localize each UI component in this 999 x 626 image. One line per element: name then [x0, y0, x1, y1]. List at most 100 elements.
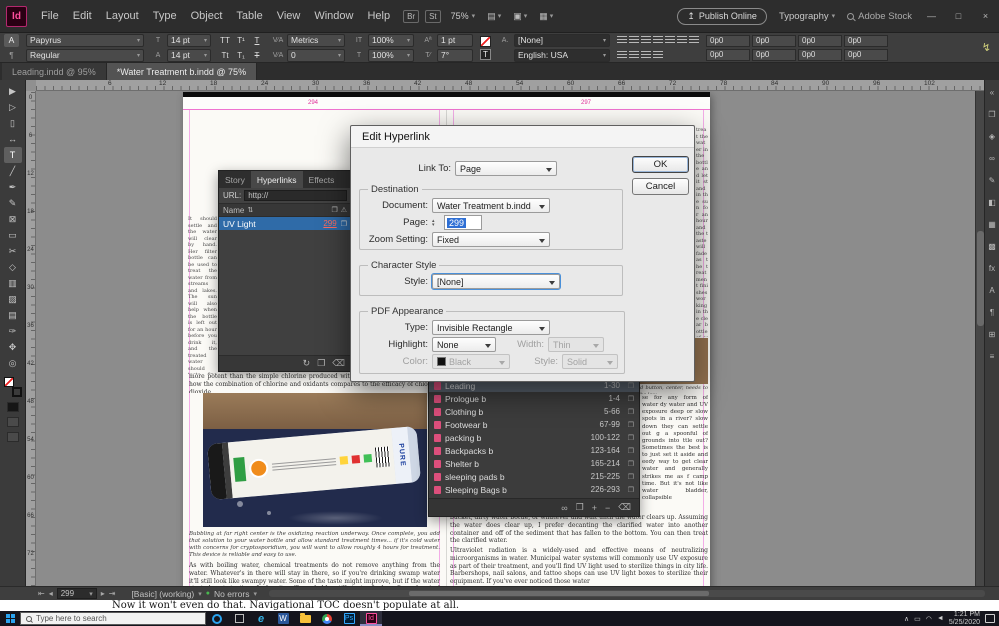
apply-color-button[interactable]	[6, 402, 19, 412]
horizontal-scrollbar[interactable]	[268, 590, 985, 597]
gradient-swatch-tool[interactable]: ▥	[4, 275, 22, 291]
remove-icon[interactable]: −	[605, 503, 610, 513]
page-stepper[interactable]: ▴ ▾	[432, 218, 440, 227]
taskbar-app-indesign[interactable]: Id	[360, 611, 382, 626]
collapse-panels-icon[interactable]: «	[986, 88, 998, 97]
restore-button[interactable]: □	[951, 11, 966, 21]
character-styles-icon[interactable]: A	[986, 286, 998, 295]
panel-tab[interactable]: Hyperlinks	[250, 171, 303, 188]
rectangle-frame-tool[interactable]: ⊠	[4, 211, 22, 227]
taskbar-app-edge[interactable]: e	[250, 611, 272, 626]
swatches-icon[interactable]: ▦	[986, 220, 998, 229]
align-center-button[interactable]	[629, 35, 639, 45]
page-number-input[interactable]: 299	[444, 215, 482, 230]
underline-button[interactable]: T	[250, 36, 264, 45]
panel-tab[interactable]: Story	[219, 171, 251, 188]
direct-selection-tool[interactable]: ▷	[4, 99, 22, 115]
bookmark-row[interactable]: sleeping pads b 215-225 ❐	[429, 470, 639, 483]
subscript-button[interactable]: T₁	[234, 51, 248, 60]
ok-button[interactable]: OK	[632, 156, 689, 173]
eyedropper-tool[interactable]: ✑	[4, 323, 22, 339]
indent-field[interactable]: 0p0	[752, 48, 796, 61]
zoom-level-select[interactable]: 75% ▾	[451, 11, 476, 21]
stroke-icon[interactable]: ✎	[986, 176, 998, 185]
url-input[interactable]: http://	[244, 190, 347, 201]
tracking-select[interactable]: 0 ▾	[287, 48, 345, 62]
indent-field[interactable]: 0p0	[844, 48, 888, 61]
align-icon[interactable]: ⊞	[986, 330, 998, 339]
preflight-status[interactable]: No errors	[214, 589, 249, 599]
paragraph-styles-icon[interactable]: ¶	[986, 308, 998, 317]
layers-icon[interactable]: ◈	[986, 132, 998, 141]
balance-lines-button[interactable]	[641, 50, 651, 60]
small-caps-button[interactable]: Tt	[218, 51, 232, 60]
character-formatting-button[interactable]: A	[4, 33, 19, 47]
adobe-stock-search[interactable]: Adobe Stock	[847, 11, 912, 22]
volume-icon[interactable]: ◄	[937, 615, 944, 622]
document-tab[interactable]: Leading.indd @ 95%	[2, 63, 107, 80]
justify-left-button[interactable]	[653, 35, 663, 45]
character-color-swatch[interactable]	[480, 35, 491, 47]
align-towards-spine-button[interactable]	[617, 50, 627, 60]
gradient-icon[interactable]: ▩	[986, 242, 998, 251]
font-family-select[interactable]: Papyrus ▾	[26, 33, 144, 47]
delete-icon[interactable]: ⌫	[618, 502, 631, 513]
next-page-button[interactable]: ▸	[101, 589, 105, 598]
indent-field[interactable]: 0p0	[706, 34, 750, 47]
screen-mode-button[interactable]: ▣ ▾	[513, 11, 527, 22]
type-tool[interactable]: T	[3, 147, 22, 163]
pages-icon[interactable]: ❐	[986, 110, 998, 119]
view-options-button[interactable]: ▤ ▾	[487, 11, 501, 22]
zoom-tool[interactable]: ◎	[4, 355, 22, 371]
font-style-select[interactable]: Regular ▾	[26, 48, 144, 62]
paragraph-formatting-button[interactable]: ¶	[4, 49, 19, 62]
tray-expand-icon[interactable]: ∧	[904, 615, 909, 623]
scissors-tool[interactable]: ✂	[4, 243, 22, 259]
ignore-optical-margin-button[interactable]	[653, 50, 663, 60]
menu-item[interactable]: Help	[360, 10, 397, 22]
link-to-select[interactable]: Page	[455, 161, 557, 176]
line-tool[interactable]: ╱	[4, 163, 22, 179]
align-away-spine-button[interactable]	[629, 50, 639, 60]
vertical-scrollbar-thumb[interactable]	[977, 231, 984, 326]
taskbar-app-photoshop[interactable]: Ps	[338, 611, 360, 626]
taskbar-clock[interactable]: 1:21 PM 5/25/2020	[949, 611, 980, 626]
taskbar-app-explorer[interactable]	[294, 611, 316, 626]
all-caps-button[interactable]: TT	[218, 36, 232, 45]
hand-tool[interactable]: ✥	[4, 339, 22, 355]
action-center-icon[interactable]	[985, 614, 995, 623]
apply-gradient-button[interactable]	[6, 417, 19, 427]
add-icon[interactable]: +	[592, 503, 597, 513]
language-select[interactable]: English: USA ▾	[514, 48, 610, 62]
rectangle-tool[interactable]: ▭	[4, 227, 22, 243]
menu-item[interactable]: Type	[146, 10, 184, 22]
cortana-button[interactable]	[206, 611, 228, 626]
bookmark-row[interactable]: Prologue b 1-4 ❐	[429, 392, 639, 405]
horizontal-scale-field[interactable]: 100% ▾	[368, 48, 414, 62]
panel-tab[interactable]: Effects	[303, 171, 341, 188]
kerning-select[interactable]: Metrics ▾	[287, 33, 345, 47]
pen-tool[interactable]: ✒	[4, 179, 22, 195]
color-icon[interactable]: ◧	[986, 198, 998, 207]
chain-icon[interactable]: ∞	[561, 503, 567, 513]
taskbar-search-input[interactable]: Type here to search	[20, 612, 206, 625]
fill-stroke-swatches[interactable]	[3, 377, 22, 397]
close-button[interactable]: ×	[978, 11, 993, 21]
zoom-setting-select[interactable]: Fixed	[432, 232, 550, 247]
justify-right-button[interactable]	[677, 35, 687, 45]
start-button[interactable]	[0, 611, 20, 626]
text-wrap-icon[interactable]: ≡	[986, 352, 998, 361]
menu-item[interactable]: Window	[307, 10, 360, 22]
menu-item[interactable]: View	[270, 10, 308, 22]
indent-field[interactable]: 0p0	[844, 34, 888, 47]
baseline-shift-field[interactable]: 1 pt	[437, 33, 473, 47]
arrange-documents-button[interactable]: ▦ ▾	[539, 11, 553, 22]
sort-icon[interactable]: ⇅	[247, 206, 253, 214]
indent-field[interactable]: 0p0	[798, 48, 842, 61]
note-tool[interactable]: ▤	[4, 307, 22, 323]
task-view-button[interactable]	[228, 611, 250, 626]
gradient-feather-tool[interactable]: ▨	[4, 291, 22, 307]
vertical-scrollbar[interactable]	[975, 91, 984, 586]
align-right-button[interactable]	[641, 35, 651, 45]
spin-down-icon[interactable]: ▾	[432, 222, 440, 227]
